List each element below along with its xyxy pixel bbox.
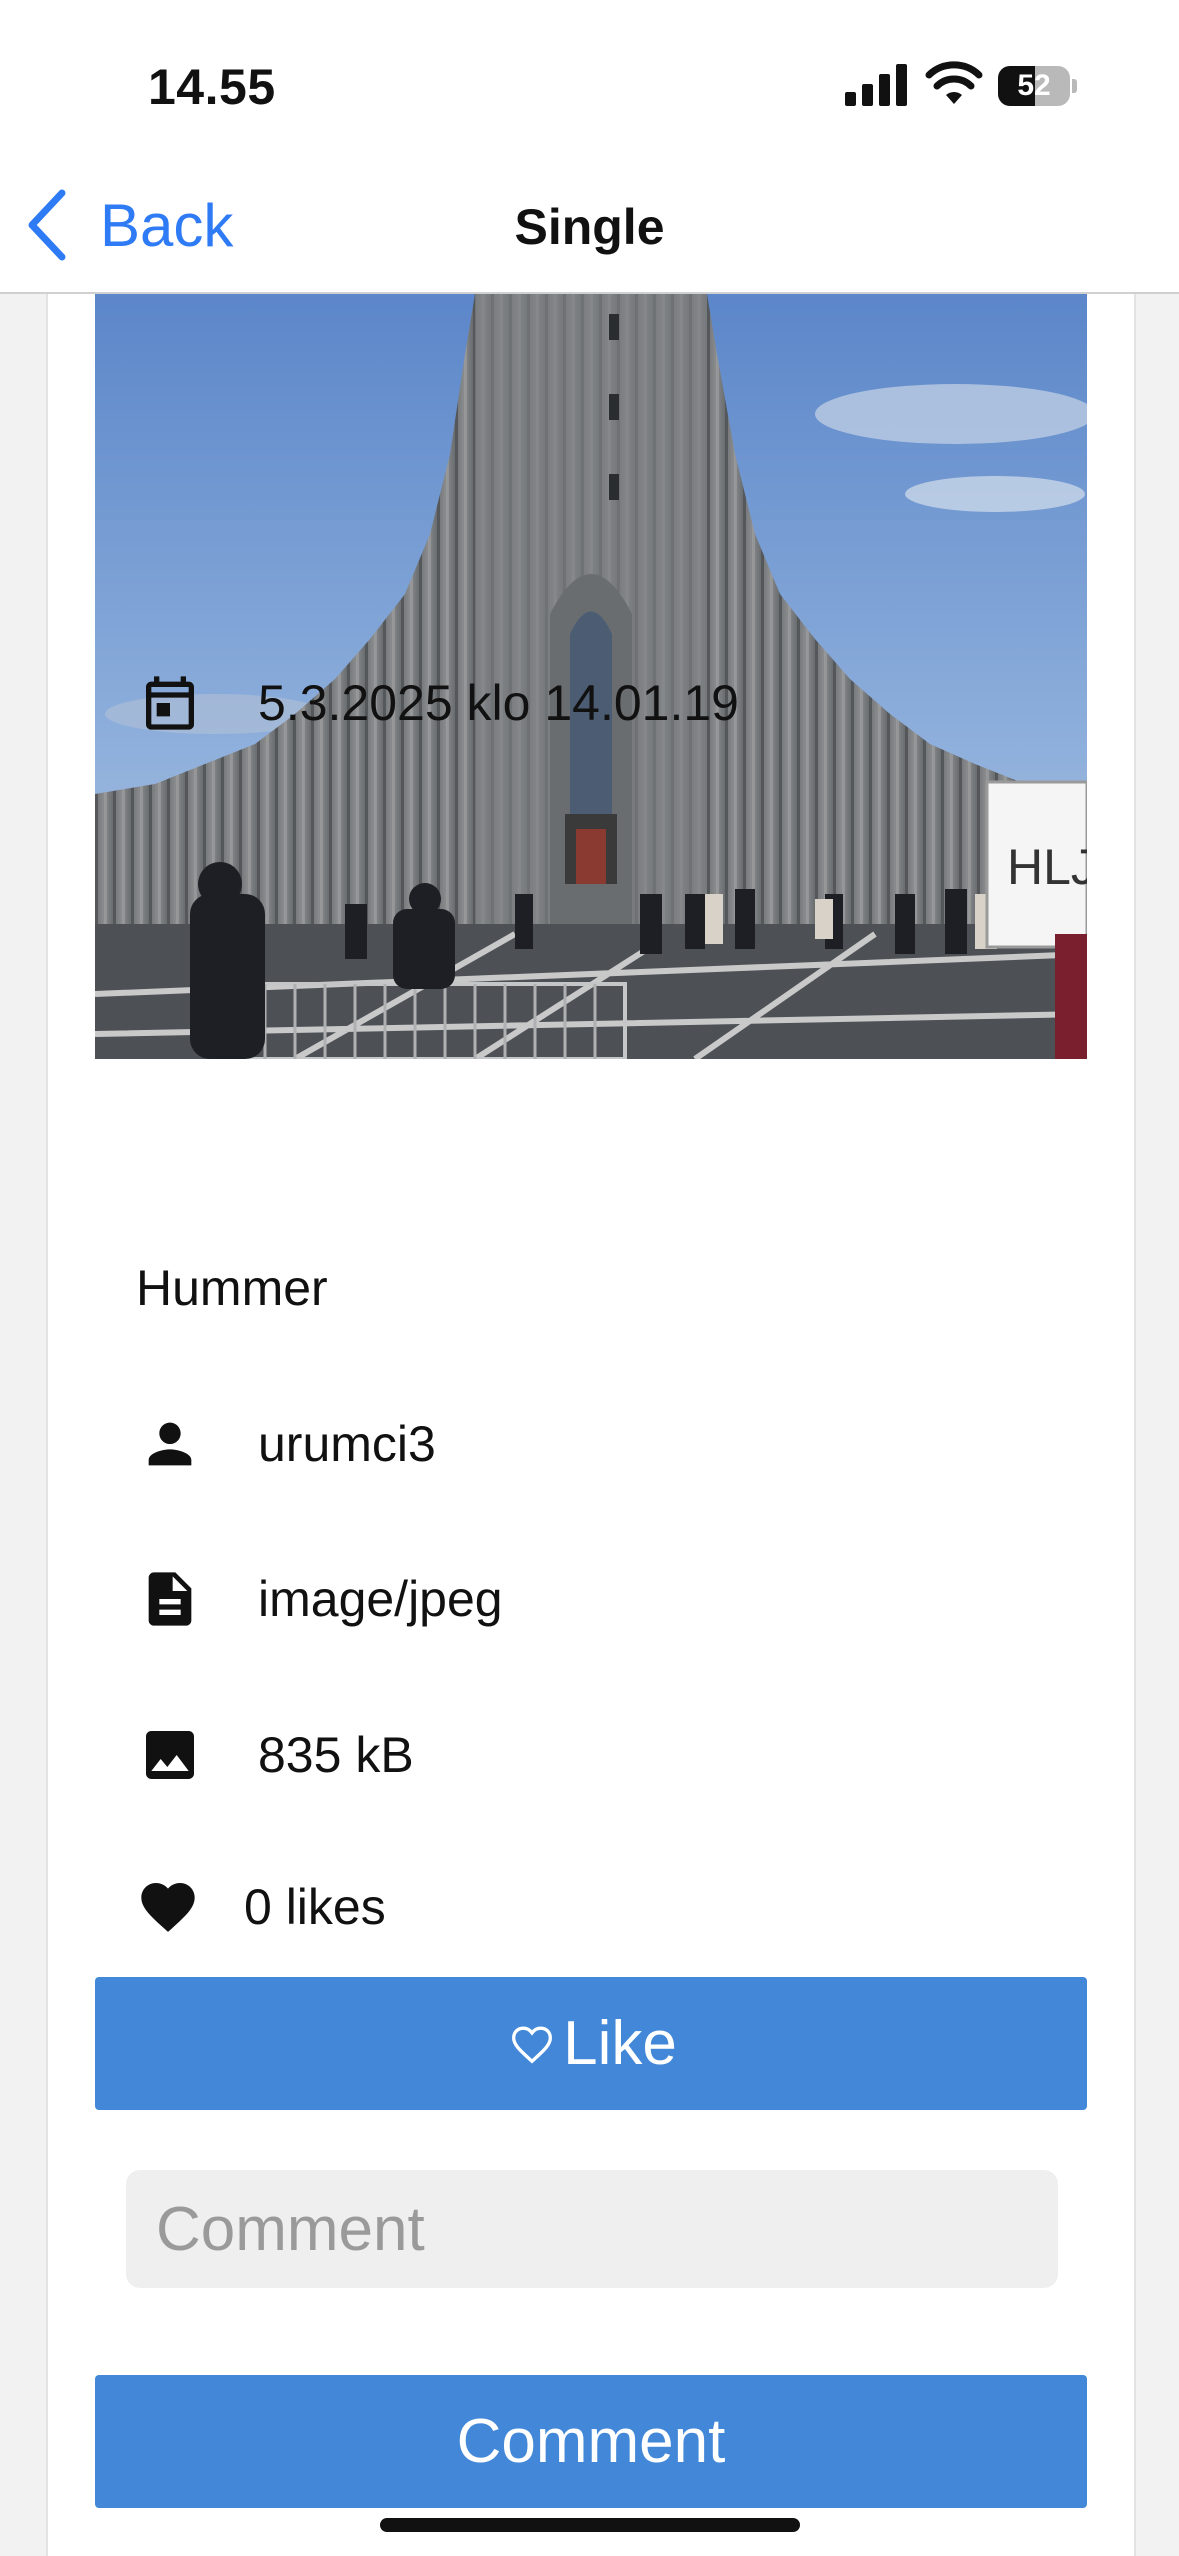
media-title: Hummer	[136, 1260, 328, 1316]
mime-row: image/jpeg	[138, 1567, 503, 1631]
file-size-text: 835 kB	[258, 1727, 414, 1783]
owner-username: urumci3	[258, 1416, 436, 1472]
wifi-icon	[925, 61, 983, 104]
status-time: 14.55	[148, 59, 276, 115]
likes-row: 0 likes	[136, 1875, 386, 1939]
home-indicator[interactable]	[380, 2518, 800, 2532]
person-icon	[138, 1412, 202, 1476]
image-icon	[138, 1723, 202, 1787]
date-row: 5.3.2025 klo 14.01.19	[138, 671, 739, 735]
mime-type-text: image/jpeg	[258, 1571, 503, 1627]
calendar-icon	[138, 671, 202, 735]
file-icon	[138, 1567, 202, 1631]
date-text: 5.3.2025 klo 14.01.19	[258, 675, 739, 731]
cellular-signal-icon	[845, 64, 907, 106]
comment-button-label: Comment	[456, 2407, 726, 2476]
truck-sign-text: HLJ	[1007, 839, 1087, 895]
page-title: Single	[514, 199, 665, 255]
navigation-bar: Back Single	[0, 160, 1179, 294]
status-bar: 14.55 52	[0, 0, 1179, 160]
battery-level: 52	[1017, 69, 1051, 102]
heart-outline-icon	[512, 2025, 553, 2064]
battery-icon: 52	[998, 66, 1078, 106]
comment-input[interactable]	[126, 2170, 1058, 2288]
like-button-label: Like	[563, 2009, 677, 2078]
size-row: 835 kB	[138, 1723, 414, 1787]
likes-count: 0 likes	[244, 1879, 386, 1935]
like-button[interactable]: Like	[95, 1977, 1087, 2110]
owner-row: urumci3	[138, 1412, 436, 1476]
heart-icon	[136, 1875, 200, 1939]
media-card: HLJ 5.3.2025 klo 14.01.19 Hummer urumci3…	[46, 294, 1136, 2556]
comment-submit-button[interactable]: Comment	[95, 2375, 1087, 2508]
